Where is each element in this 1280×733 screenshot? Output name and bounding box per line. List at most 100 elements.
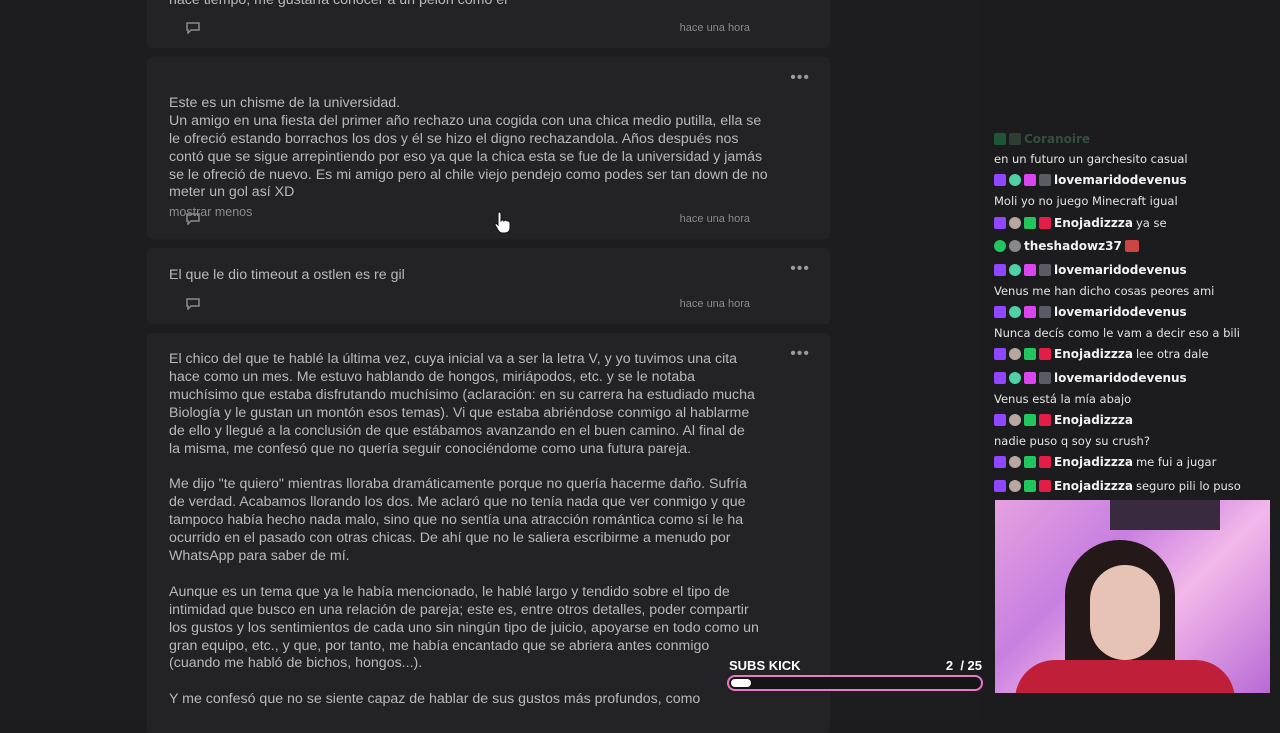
chat-message: Moli yo no juego Minecraft igual [994,194,1178,208]
chat-message: Coranoire [994,132,1090,146]
post-card: ••• Este es un chisme de la universidad.… [147,57,830,239]
chat-username[interactable]: Enojadizzza [1054,347,1133,361]
streamer-shirt [1015,660,1235,693]
chat-username[interactable]: lovemaridodevenus [1054,305,1187,319]
post-time: hace una hora [679,298,750,310]
chat-message: Venus está la mía abajo [994,392,1131,406]
subs-current: 2 [945,658,954,673]
avatar-badge-icon [1009,480,1021,492]
chat-text: lee otra dale [1135,347,1209,361]
chat-message: Enojadizzza me fui a jugar [994,455,1216,469]
more-options-icon[interactable]: ••• [790,345,810,363]
chat-message: en un futuro un garchesito casual [994,152,1188,166]
chat-message: lovemaridodevenus [994,173,1187,187]
chat-message: nadie puso q soy su crush? [994,434,1150,448]
sword-badge-icon [1009,133,1021,145]
chat-message: lovemaridodevenus [994,305,1187,319]
chat-text: ya se [1135,216,1167,230]
moderator-badge-icon [1024,480,1036,492]
x-badge-icon [1039,414,1051,426]
webcam-feed [995,500,1270,693]
comment-icon[interactable] [185,22,201,34]
x-badge-icon [1039,217,1051,229]
raccoon-avatar-icon [1009,240,1021,252]
more-options-icon[interactable]: ••• [790,260,810,278]
chat-text: Venus me han dicho cosas peores ami [994,284,1215,298]
chat-text: seguro pili lo puso [1135,479,1241,493]
gem-badge-icon [1039,264,1051,276]
chat-message: lovemaridodevenus [994,263,1187,277]
chat-username[interactable]: Enojadizzza [1054,455,1133,469]
twitch-badge-icon [994,217,1006,229]
chat-message: lovemaridodevenus [994,371,1187,385]
comment-icon[interactable] [185,298,201,310]
avatar-badge-icon [1009,174,1021,186]
heart-badge-icon [1024,264,1036,276]
chat-username[interactable]: lovemaridodevenus [1054,173,1187,187]
gem-badge-icon [1039,174,1051,186]
chat-text: nadie puso q soy su crush? [994,434,1150,448]
chat-message: Nunca decís como le vam a decir eso a bi… [994,326,1240,340]
avatar-badge-icon [1009,348,1021,360]
chat-username[interactable]: Enojadizzza [1054,479,1133,493]
subs-goal-label: SUBS KICK [729,658,801,673]
chat-message: theshadowz37 [994,239,1139,253]
post-text: El que le dio timeout a ostlen es re gil [169,267,405,283]
avatar-badge-icon [1009,306,1021,318]
post-time: hace una hora [679,22,750,34]
x-badge-icon [1039,480,1051,492]
chat-username[interactable]: Enojadizzza [1054,413,1133,427]
chat-username[interactable]: lovemaridodevenus [1054,371,1187,385]
shelf [1110,500,1220,530]
chat-username[interactable]: lovemaridodevenus [1054,263,1187,277]
twitch-badge-icon [994,372,1006,384]
moderator-badge-icon [1024,217,1036,229]
post-text: hace tiempo, me gustaría conocer a un pe… [169,0,508,8]
avatar-badge-icon [1009,414,1021,426]
twitch-badge-icon [994,264,1006,276]
chat-text: Venus está la mía abajo [994,392,1132,406]
subs-target: / 25 [960,658,982,673]
heart-badge-icon [1024,174,1036,186]
twitch-badge-icon [994,456,1006,468]
x-badge-icon [1039,348,1051,360]
emote-icon [1124,240,1139,252]
moderator-badge-icon [994,240,1006,252]
chat-username[interactable]: Coranoire [1024,132,1090,146]
chat-message: Enojadizzza lee otra dale [994,347,1209,361]
post-card: hace tiempo, me gustaría conocer a un pe… [147,0,830,48]
subs-goal-count: 2 / 25 [946,658,982,673]
twitch-badge-icon [994,306,1006,318]
subs-progress-track [727,675,983,691]
post-time: hace una hora [679,213,750,225]
chat-message: Enojadizzza seguro pili lo puso [994,479,1241,493]
moderator-badge-icon [1024,456,1036,468]
avatar-badge-icon [1009,456,1021,468]
twitch-badge-icon [994,174,1006,186]
chat-message: Venus me han dicho cosas peores ami [994,284,1214,298]
heart-badge-icon [1024,306,1036,318]
chat-text: me fui a jugar [1135,455,1217,469]
gem-badge-icon [1039,306,1051,318]
chat-username[interactable]: theshadowz37 [1024,239,1122,253]
chat-message: Enojadizzza ya se [994,216,1167,230]
post-card: ••• El que le dio timeout a ostlen es re… [147,248,830,324]
more-options-icon[interactable]: ••• [790,69,810,87]
hand-cursor-icon [494,211,511,234]
confessions-feed: hace tiempo, me gustaría conocer a un pe… [0,0,980,733]
twitch-badge-icon [994,414,1006,426]
chat-username[interactable]: Enojadizzza [1054,216,1133,230]
subs-goal-widget: SUBS KICK 2 / 25 [727,657,985,695]
chat-text: en un futuro un garchesito casual [994,152,1188,166]
twitch-badge-icon [994,348,1006,360]
avatar-badge-icon [1009,372,1021,384]
comment-icon[interactable] [185,213,201,225]
subs-progress-fill [731,679,751,687]
post-body: Este es un chisme de la universidad. Un … [169,94,768,201]
x-badge-icon [1039,456,1051,468]
chat-text: Moli yo no juego Minecraft igual [994,194,1178,208]
avatar-badge-icon [1009,264,1021,276]
chat-message: Enojadizzza [994,413,1133,427]
streamer-face [1090,565,1160,660]
moderator-badge-icon [1024,414,1036,426]
